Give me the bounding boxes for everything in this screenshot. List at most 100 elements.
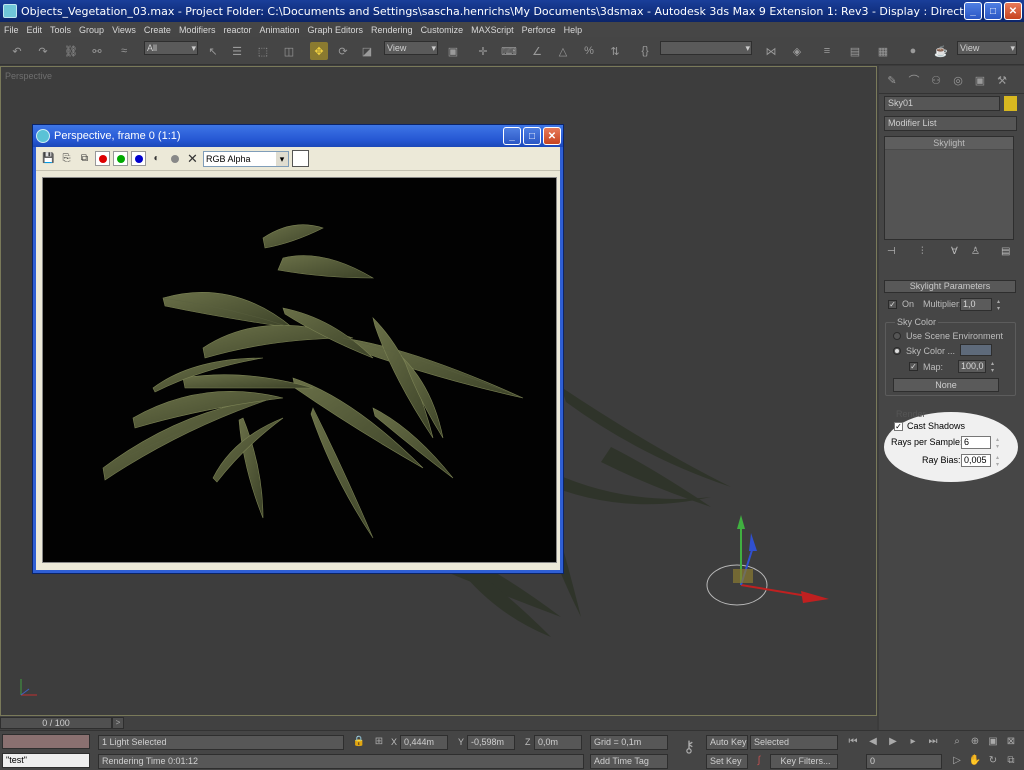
rays-per-sample-spinner[interactable]: 6	[961, 436, 1000, 450]
color-swatch[interactable]	[292, 150, 309, 167]
copy-bitmap-icon[interactable]: ⎘	[59, 151, 74, 166]
render-close-button[interactable]: ✕	[543, 127, 561, 145]
schematic-view-icon[interactable]: ▦	[874, 42, 892, 60]
next-frame-icon[interactable]: ▸	[906, 735, 920, 749]
key-selection-dropdown[interactable]: Selected	[750, 735, 838, 750]
map-checkbox[interactable]: ✓	[909, 362, 918, 371]
map-none-button[interactable]: None	[893, 378, 999, 392]
menu-edit[interactable]: Edit	[23, 25, 47, 35]
app-icon[interactable]	[3, 4, 17, 18]
play-icon[interactable]: ▶	[886, 735, 900, 749]
menu-tools[interactable]: Tools	[46, 25, 75, 35]
clear-icon[interactable]: ✕	[185, 151, 200, 166]
menu-rendering[interactable]: Rendering	[367, 25, 417, 35]
red-channel-icon[interactable]	[95, 151, 110, 166]
render-maximize-button[interactable]: □	[523, 127, 541, 145]
channel-dropdown[interactable]: RGB Alpha	[203, 150, 289, 167]
menu-reactor[interactable]: reactor	[219, 25, 255, 35]
curve-editor-icon[interactable]: ▤	[846, 42, 864, 60]
layer-manager-icon[interactable]: ≡	[818, 42, 836, 60]
mirror-icon[interactable]: ⋈	[762, 42, 780, 60]
configure-sets-icon[interactable]: ▤	[1001, 246, 1010, 257]
alpha-channel-icon[interactable]: ◐	[149, 151, 164, 166]
menu-customize[interactable]: Customize	[417, 25, 468, 35]
rectangular-selection-icon[interactable]: ⬚	[254, 42, 272, 60]
utilities-tab-icon[interactable]: ⚒	[993, 71, 1011, 89]
snaps-toggle-icon[interactable]: ∠	[528, 42, 546, 60]
stack-item-skylight[interactable]: Skylight	[885, 137, 1013, 150]
modifier-stack[interactable]: Skylight	[884, 136, 1014, 240]
clone-window-icon[interactable]: ⧉	[77, 151, 92, 166]
pin-stack-icon[interactable]: ⊣	[887, 246, 896, 257]
modify-tab-icon[interactable]: ⌒	[905, 71, 923, 89]
key-mode-icon[interactable]: ⚷	[678, 740, 700, 756]
spinner-snap-icon[interactable]: ⇅	[606, 42, 624, 60]
maxscript-mini-listener[interactable]: "test"	[2, 753, 90, 768]
previous-frame-icon[interactable]: ◀	[866, 735, 880, 749]
keyboard-shortcut-icon[interactable]: ⌨	[500, 42, 518, 60]
sky-color-radio[interactable]	[893, 347, 901, 355]
y-coordinate-field[interactable]: -0,598m	[467, 735, 515, 750]
menu-group[interactable]: Group	[75, 25, 108, 35]
menu-file[interactable]: File	[0, 25, 23, 35]
go-to-end-icon[interactable]: ⏭	[926, 735, 940, 749]
next-frame-arrow-icon[interactable]: >	[112, 717, 124, 729]
undo-icon[interactable]: ↶	[8, 42, 26, 60]
object-name-field[interactable]: Sky01	[884, 96, 1000, 111]
cast-shadows-checkbox[interactable]: ✓	[894, 422, 903, 431]
scale-icon[interactable]: ◪	[358, 42, 376, 60]
set-key-icon[interactable]: ∫	[752, 754, 766, 768]
rendered-frame-title-bar[interactable]: Perspective, frame 0 (1:1) _ □ ✕	[33, 125, 563, 147]
selection-filter-dropdown[interactable]: All	[144, 41, 198, 55]
zoom-icon[interactable]: ⌕	[950, 735, 964, 749]
current-frame-field[interactable]: 0	[866, 754, 942, 769]
auto-key-button[interactable]: Auto Key	[706, 735, 748, 750]
x-coordinate-field[interactable]: 0,444m	[400, 735, 448, 750]
align-icon[interactable]: ◈	[788, 42, 806, 60]
menu-help[interactable]: Help	[560, 25, 587, 35]
material-editor-icon[interactable]: ●	[904, 42, 922, 60]
reference-coordinate-dropdown[interactable]: View	[384, 41, 438, 55]
menu-maxscript[interactable]: MAXScript	[467, 25, 518, 35]
motion-tab-icon[interactable]: ◎	[949, 71, 967, 89]
rendered-frame-window[interactable]: Perspective, frame 0 (1:1) _ □ ✕ 💾 ⎘ ⧉ ◐…	[33, 125, 563, 573]
named-selection-dropdown[interactable]	[660, 41, 752, 55]
zoom-all-icon[interactable]: ⊕	[968, 735, 982, 749]
object-color-swatch[interactable]	[1004, 96, 1017, 111]
set-key-button[interactable]: Set Key	[706, 754, 748, 769]
skylight-parameters-rollout[interactable]: Skylight Parameters	[884, 280, 1016, 293]
make-unique-icon[interactable]: ∀	[951, 246, 958, 257]
menu-create[interactable]: Create	[140, 25, 175, 35]
select-by-name-icon[interactable]: ☰	[228, 42, 246, 60]
maximize-button[interactable]: □	[984, 2, 1002, 20]
monochrome-icon[interactable]	[167, 151, 182, 166]
window-crossing-icon[interactable]: ◫	[280, 42, 298, 60]
pivot-point-icon[interactable]: ▣	[444, 42, 462, 60]
save-bitmap-icon[interactable]: 💾	[41, 151, 56, 166]
maxscript-mini-listener-top[interactable]	[2, 734, 90, 749]
render-area-dropdown[interactable]: View	[957, 41, 1017, 55]
edit-named-selection-icon[interactable]: {}	[636, 42, 654, 60]
pan-icon[interactable]: ✋	[968, 754, 982, 768]
menu-modifiers[interactable]: Modifiers	[175, 25, 220, 35]
render-minimize-button[interactable]: _	[503, 127, 521, 145]
go-to-start-icon[interactable]: ⏮	[846, 735, 860, 749]
unlink-icon[interactable]: ⚯	[88, 42, 106, 60]
blue-channel-icon[interactable]	[131, 151, 146, 166]
modifier-list-dropdown[interactable]: Modifier List	[884, 116, 1017, 131]
zoom-extents-icon[interactable]: ▣	[986, 735, 1000, 749]
create-tab-icon[interactable]: ✎	[883, 71, 901, 89]
ray-bias-spinner[interactable]: 0,005	[961, 454, 1000, 468]
hierarchy-tab-icon[interactable]: ⚇	[927, 71, 945, 89]
minimize-button[interactable]: _	[964, 2, 982, 20]
show-end-result-icon[interactable]: ⫶	[921, 246, 924, 257]
menu-perforce[interactable]: Perforce	[518, 25, 560, 35]
map-amount-spinner[interactable]: 100,0	[958, 360, 995, 374]
multiplier-spinner[interactable]: 1,0	[960, 298, 1001, 312]
rotate-icon[interactable]: ⟳	[334, 42, 352, 60]
render-setup-icon[interactable]: ☕	[932, 42, 950, 60]
menu-graph-editors[interactable]: Graph Editors	[304, 25, 368, 35]
close-button[interactable]: ✕	[1004, 2, 1022, 20]
redo-icon[interactable]: ↷	[34, 42, 52, 60]
sky-color-swatch[interactable]	[960, 344, 992, 356]
